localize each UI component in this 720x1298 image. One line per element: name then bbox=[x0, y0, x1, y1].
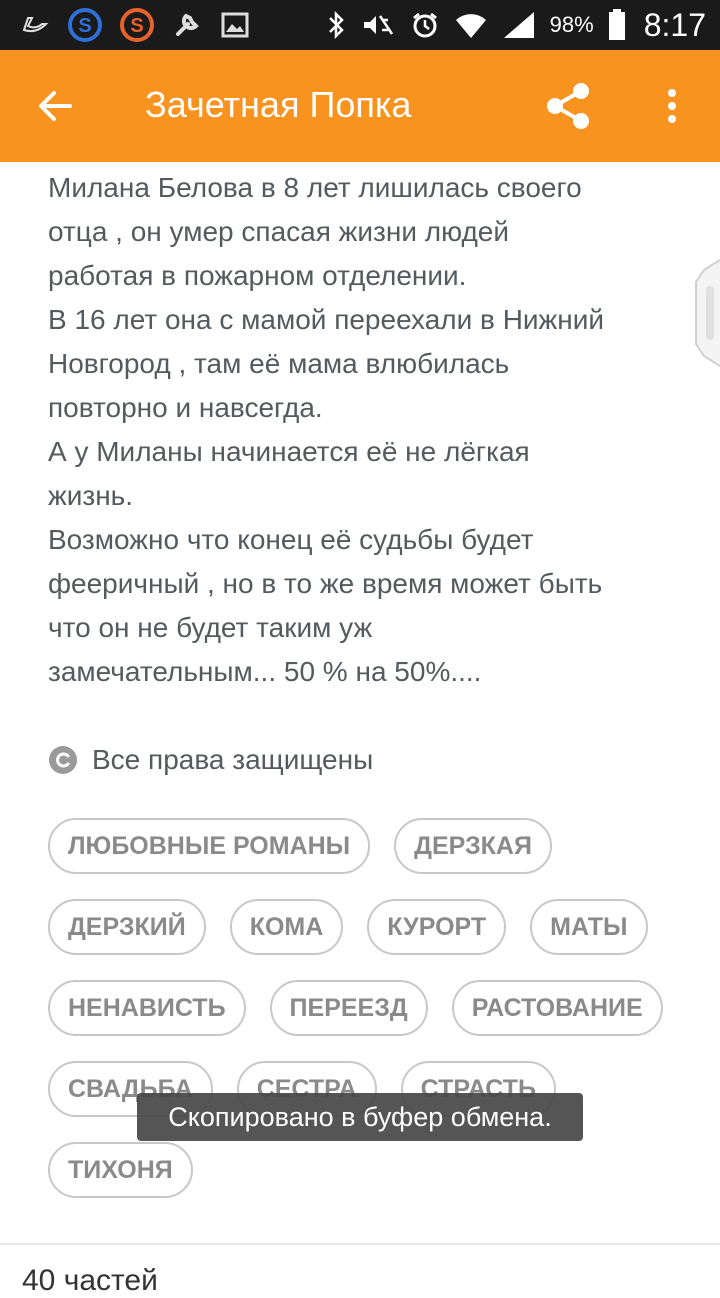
toast-message: Скопировано в буфер обмена. bbox=[137, 1093, 583, 1141]
bird-icon bbox=[20, 10, 50, 40]
description-line: замечательным... 50 % на 50%.... bbox=[48, 656, 482, 687]
tag-row: ЛЮБОВНЫЕ РОМАНЫ ДЕРЗКАЯ bbox=[48, 818, 688, 874]
copyright-notice: Все права защищены bbox=[48, 738, 373, 782]
signal-icon bbox=[502, 10, 536, 40]
description-line: В 16 лет она с мамой переехали в Нижний bbox=[48, 304, 605, 335]
description-line: отца , он умер спасая жизни людей bbox=[48, 216, 510, 247]
description-line: фееричный , но в то же время может быть bbox=[48, 568, 603, 599]
tag-row: ДЕРЗКИЙ КОМА КУРОРТ МАТЫ bbox=[48, 899, 688, 955]
tag-chip[interactable]: ДЕРЗКАЯ bbox=[394, 818, 552, 874]
tag-chip[interactable]: НЕНАВИСТЬ bbox=[48, 980, 246, 1036]
tag-chip[interactable]: РАСТОВАНИЕ bbox=[451, 980, 663, 1036]
status-bar-left: S S bbox=[20, 0, 250, 50]
copyright-text: Все права защищены bbox=[92, 744, 374, 775]
svg-text:S: S bbox=[78, 15, 91, 37]
alarm-icon bbox=[410, 10, 440, 40]
description-line: повторно и навсегда. bbox=[48, 392, 323, 423]
tag-chip[interactable]: ТИХОНЯ bbox=[48, 1142, 193, 1198]
tag-chip[interactable]: ЛЮБОВНЫЕ РОМАНЫ bbox=[48, 818, 371, 874]
tag-chip[interactable]: КУРОРТ bbox=[367, 899, 507, 955]
bluetooth-icon bbox=[326, 10, 346, 40]
description-line: работая в пожарном отделении. bbox=[48, 260, 467, 291]
share-icon bbox=[547, 83, 589, 129]
tag-chip[interactable]: КОМА bbox=[229, 899, 344, 955]
status-bar-right: 98% 8:17 bbox=[326, 0, 706, 50]
tag-list: ЛЮБОВНЫЕ РОМАНЫ ДЕРЗКАЯ ДЕРЗКИЙ КОМА КУР… bbox=[48, 818, 688, 1223]
back-button[interactable] bbox=[30, 80, 82, 132]
s-app-blue-icon: S bbox=[68, 8, 102, 42]
parts-count[interactable]: 40 частей bbox=[22, 1264, 158, 1298]
tag-chip[interactable]: ПЕРЕЕЗД bbox=[269, 980, 428, 1036]
more-vert-icon bbox=[668, 89, 676, 123]
divider bbox=[0, 1243, 720, 1245]
image-icon bbox=[220, 10, 250, 40]
page-title: Зачетная Попка bbox=[145, 84, 412, 125]
story-description: Милана Белова в 8 лет лишилась своего от… bbox=[48, 166, 688, 694]
battery-icon bbox=[608, 9, 626, 41]
tag-chip[interactable]: МАТЫ bbox=[530, 899, 648, 955]
description-line: Милана Белова в 8 лет лишилась своего bbox=[48, 172, 582, 203]
arrow-back-icon bbox=[39, 91, 72, 121]
share-button[interactable] bbox=[540, 78, 596, 134]
tag-chip[interactable]: ДЕРЗКИЙ bbox=[48, 899, 206, 955]
edge-panel-handle[interactable] bbox=[694, 258, 720, 368]
s-app-orange-icon: S bbox=[120, 8, 154, 42]
description-line: Новгород , там её мама влюбилась bbox=[48, 348, 510, 379]
description-line: жизнь. bbox=[48, 480, 134, 511]
more-options-button[interactable] bbox=[652, 78, 692, 134]
wrench-icon bbox=[172, 10, 202, 40]
description-line: Возможно что конец её судьбы будет bbox=[48, 524, 534, 555]
svg-text:S: S bbox=[130, 15, 143, 37]
description-line: А у Миланы начинается её не лёгкая bbox=[48, 436, 530, 467]
tag-row: ТИХОНЯ bbox=[48, 1142, 688, 1198]
status-bar: S S 98% 8:17 bbox=[0, 0, 720, 50]
copyright-icon bbox=[49, 746, 77, 774]
mute-icon bbox=[360, 10, 396, 40]
battery-percent: 98% bbox=[549, 12, 594, 37]
app-bar: Зачетная Попка bbox=[0, 50, 720, 162]
status-time: 8:17 bbox=[643, 6, 706, 43]
description-line: что он не будет таким уж bbox=[48, 612, 373, 643]
tag-row: НЕНАВИСТЬ ПЕРЕЕЗД РАСТОВАНИЕ bbox=[48, 980, 688, 1036]
wifi-icon bbox=[454, 10, 488, 40]
